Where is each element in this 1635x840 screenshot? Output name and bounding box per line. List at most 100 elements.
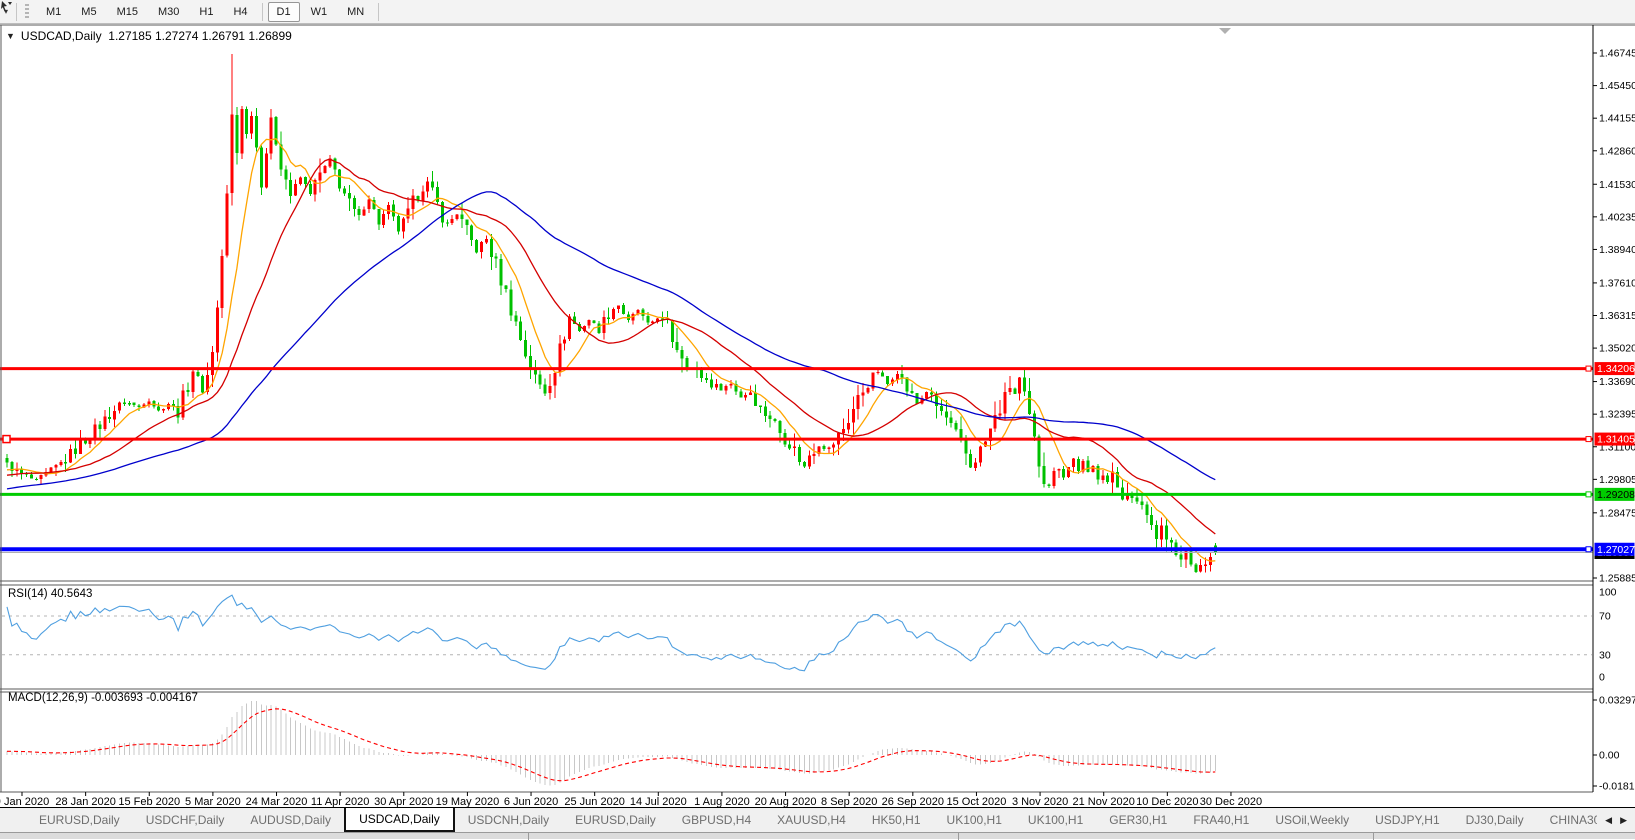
chart-tab-usdjpy-h1[interactable]: USDJPY,H1 — [1362, 808, 1452, 832]
hline-anchor[interactable] — [1585, 436, 1592, 443]
date-label: 21 Nov 2020 — [1073, 796, 1135, 807]
hline-price-chip-text: 1.31405 — [1597, 434, 1635, 446]
timeframe-button-m1[interactable]: M1 — [37, 2, 70, 22]
hline-anchor[interactable] — [1585, 546, 1592, 553]
date-label: 20 Aug 2020 — [755, 796, 817, 807]
hline-anchor[interactable] — [1585, 365, 1592, 372]
timeframe-button-m15[interactable]: M15 — [108, 2, 147, 22]
price-tick-label: 1.42860 — [1599, 145, 1635, 157]
price-tick-label: 1.45450 — [1599, 80, 1635, 92]
macd-histogram — [6, 700, 1216, 786]
chart-tab-china300-h1[interactable]: CHINA300,H1 — [1537, 808, 1598, 832]
date-label: 5 Mar 2020 — [185, 796, 241, 807]
macd-signal-line — [7, 708, 1216, 782]
date-label: 15 Oct 2020 — [946, 796, 1006, 807]
hline-price-chip-text: 1.27027 — [1597, 544, 1635, 556]
rsi-line — [6, 594, 1216, 672]
price-tick-label: 1.38940 — [1599, 244, 1635, 256]
date-label: 10 Dec 2020 — [1136, 796, 1198, 807]
timeframe-button-h1[interactable]: H1 — [190, 2, 222, 22]
date-label: 1 Aug 2020 — [694, 796, 750, 807]
tabs-scroll-right-icon[interactable]: ▶ — [1620, 815, 1627, 826]
rsi-axis-label: 70 — [1599, 611, 1611, 623]
date-label: 3 Nov 2020 — [1012, 796, 1068, 807]
chart-tab-audusd-daily[interactable]: AUDUSD,Daily — [237, 808, 344, 832]
date-label: 25 Jun 2020 — [564, 796, 625, 807]
chart-title-symbol: USDCAD,Daily — [20, 29, 102, 43]
hline-anchor[interactable] — [2, 434, 11, 444]
timeframe-button-m5[interactable]: M5 — [72, 2, 105, 22]
timeframe-button-h4[interactable]: H4 — [224, 2, 256, 22]
chart-tab-dj30-daily[interactable]: DJ30,Daily — [1453, 808, 1537, 832]
date-label: 30 Dec 2020 — [1200, 796, 1262, 807]
hline-price-chip-text: 1.29208 — [1597, 489, 1635, 501]
timeframe-button-w1[interactable]: W1 — [302, 2, 337, 22]
rsi-axis-label: 100 — [1599, 587, 1617, 599]
chart-title: ▼ USDCAD,Daily 1.27185 1.27274 1.26791 1.… — [6, 29, 292, 43]
toolbar-grip[interactable] — [25, 3, 30, 20]
toolbar-separator — [16, 2, 18, 21]
price-tick-label: 1.40235 — [1599, 211, 1635, 223]
date-label: 8 Sep 2020 — [821, 796, 877, 807]
chart-dropdown-icon[interactable]: ▼ — [6, 31, 15, 41]
chart-tab-xauusd-h4[interactable]: XAUUSD,H4 — [764, 808, 859, 832]
price-tick-label: 1.29805 — [1599, 474, 1635, 486]
timeframe-button-m30[interactable]: M30 — [149, 2, 188, 22]
date-label: 14 Jul 2020 — [630, 796, 687, 807]
price-tick-label: 1.32395 — [1599, 409, 1635, 421]
price-tick-label: 1.46745 — [1599, 48, 1635, 60]
date-label: 11 Apr 2020 — [311, 796, 370, 807]
date-label: 30 Apr 2020 — [374, 796, 433, 807]
chart-tab-usdcad-daily[interactable]: USDCAD,Daily — [344, 808, 455, 832]
macd-axis-label: -0.01815 — [1599, 781, 1635, 793]
hline-anchor[interactable] — [1585, 491, 1592, 498]
chart-title-ohlc: 1.27185 1.27274 1.26791 1.26899 — [108, 29, 292, 43]
chart-tab-fra40-h1[interactable]: FRA40,H1 — [1180, 808, 1262, 832]
price-tick-label: 1.25885 — [1599, 573, 1635, 585]
timeframe-button-mn[interactable]: MN — [338, 2, 373, 22]
price-tick-label: 1.36315 — [1599, 310, 1635, 322]
chart-tab-usdchf-daily[interactable]: USDCHF,Daily — [133, 808, 238, 832]
price-tick-label: 1.44155 — [1599, 113, 1635, 125]
chart-tab-eurusd-daily[interactable]: EURUSD,Daily — [26, 808, 133, 832]
macd-axis-label: 0.00 — [1599, 750, 1620, 762]
toolbar-separator — [378, 2, 380, 21]
chart-tabs-bar: EURUSD,Daily USDCHF,Daily AUDUSD,Daily USDC… — [0, 807, 1635, 832]
date-label: 19 May 2020 — [436, 796, 500, 807]
ma-8-line — [6, 137, 1216, 562]
chart-tab-ger30-h1[interactable]: GER30,H1 — [1096, 808, 1180, 832]
date-label: 9 Jan 2020 — [0, 796, 49, 807]
date-label: 26 Sep 2020 — [882, 796, 944, 807]
date-label: 28 Jan 2020 — [55, 796, 116, 807]
chart-tab-usdcnh-daily[interactable]: USDCNH,Daily — [455, 808, 562, 832]
date-label: 15 Feb 2020 — [118, 796, 180, 807]
ma-21-line — [6, 158, 1216, 535]
timeframe-toolbar: ▾ M1 M5 M15 M30 H1 H4 D1 W1 MN — [0, 0, 1635, 24]
price-tick-label: 1.37610 — [1599, 277, 1635, 289]
timeframe-button-d1[interactable]: D1 — [267, 1, 300, 22]
tabs-scroll-left-icon[interactable]: ◀ — [1605, 815, 1612, 826]
rsi-axis-label: 30 — [1599, 650, 1611, 662]
chart-tab-uk100-h1[interactable]: UK100,H1 — [1015, 808, 1096, 832]
chart-tab-hk50-h1[interactable]: HK50,H1 — [859, 808, 934, 832]
date-label: 24 Mar 2020 — [246, 796, 308, 807]
chart-shift-marker-icon[interactable] — [1219, 28, 1231, 34]
date-label: 6 Jun 2020 — [504, 796, 558, 807]
toolbar-separator — [261, 2, 263, 21]
macd-indicator-label: MACD(12,26,9) -0.003693 -0.004167 — [8, 692, 198, 704]
chart-tab-uk100-h1[interactable]: UK100,H1 — [934, 808, 1015, 832]
chart-canvas[interactable]: 1.46745 1.45450 1.44155 1.42860 1.41530 1.402… — [0, 0, 1635, 807]
chart-tab-gbpusd-h4[interactable]: GBPUSD,H4 — [669, 808, 764, 832]
chart-tab-eurusd-daily[interactable]: EURUSD,Daily — [562, 808, 669, 832]
macd-axis-label: 0.032972 — [1599, 695, 1635, 707]
price-tick-label: 1.41530 — [1599, 179, 1635, 191]
ma-55-line — [6, 191, 1216, 490]
status-bar — [0, 832, 1635, 840]
rsi-axis-label: 0 — [1599, 672, 1605, 684]
price-tick-label: 1.35020 — [1599, 343, 1635, 355]
rsi-indicator-label: RSI(14) 40.5643 — [8, 588, 93, 600]
chart-tab-usoil-weekly[interactable]: USOil,Weekly — [1262, 808, 1362, 832]
hline-price-chip-text: 1.34206 — [1597, 363, 1635, 375]
price-tick-label: 1.33690 — [1599, 376, 1635, 388]
price-tick-label: 1.28475 — [1599, 507, 1635, 519]
